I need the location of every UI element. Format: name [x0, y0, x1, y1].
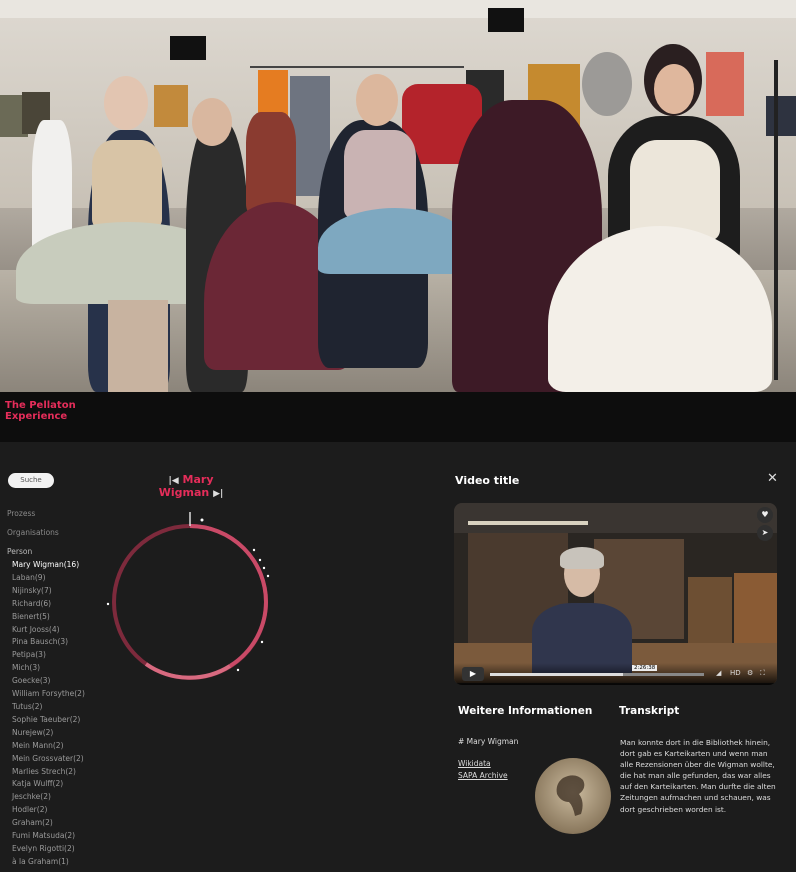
ceiling-area [454, 503, 777, 533]
person-list-item[interactable]: Evelyn Rigotti(2) [12, 843, 85, 856]
person-list-item[interactable]: Sophie Taeuber(2) [12, 714, 85, 727]
person-list-item[interactable]: Nurejew(2) [12, 727, 85, 740]
brand-line-2: Experience [5, 411, 68, 422]
ceiling [0, 0, 796, 18]
fullscreen-icon[interactable]: ⛶ [760, 669, 765, 678]
dancer-figure-icon [556, 775, 585, 816]
wheel-dot[interactable] [266, 574, 270, 578]
person-list-item[interactable]: Kurt Jooss(4) [12, 624, 85, 637]
category-prozess[interactable]: Prozess [7, 509, 35, 518]
costume-bodice [344, 130, 416, 218]
wheel-dot[interactable] [258, 558, 262, 562]
person-list-item[interactable]: à la Graham(1) [12, 856, 85, 869]
heart-icon[interactable]: ♥ [757, 507, 773, 523]
person-head [356, 74, 398, 126]
video-player[interactable]: ♥ ➤ ▶ 2:26:38 ◢ HD ⚙ ⛶ [454, 503, 777, 685]
wheel-person-name: Mary Wigman [158, 473, 214, 499]
settings-icon[interactable]: ⚙ [747, 669, 753, 677]
transcript-text: Man konnte dort in die Bibliothek hinein… [620, 738, 776, 814]
wheel-dot[interactable] [252, 548, 256, 552]
volume-icon[interactable]: ◢ [716, 669, 721, 677]
person-list-item[interactable]: Marlies Strech(2) [12, 766, 85, 779]
person-list-item[interactable]: Mein Mann(2) [12, 740, 85, 753]
hero-photo [0, 0, 796, 392]
close-icon[interactable]: ✕ [767, 471, 778, 486]
person-tag[interactable]: # Mary Wigman [458, 737, 518, 746]
share-icon[interactable]: ➤ [757, 525, 773, 541]
play-button[interactable]: ▶ [462, 667, 484, 681]
wheel-dot[interactable] [236, 668, 240, 672]
wikidata-link[interactable]: Wikidata [458, 759, 491, 768]
poster [154, 85, 188, 127]
person-list-item[interactable]: Hodler(2) [12, 804, 85, 817]
person-head [104, 76, 148, 130]
person-list-item[interactable]: Mein Grossvater(2) [12, 753, 85, 766]
person-list-item[interactable]: Goecke(3) [12, 675, 85, 688]
costume-bodice [246, 112, 296, 214]
person-list-item[interactable]: Mich(3) [12, 662, 85, 675]
brand-line-1: The Pellaton [5, 400, 76, 411]
wheel-arc-segment [144, 662, 232, 680]
person-head [192, 98, 232, 146]
video-title: Video title [455, 474, 520, 487]
category-organisations[interactable]: Organisations [7, 528, 59, 537]
person-list-item[interactable]: Petipa(3) [12, 649, 85, 662]
wheel-active-arc [189, 524, 269, 668]
person-list-item[interactable]: Pina Bausch(3) [12, 636, 85, 649]
costume-bodice [630, 140, 720, 240]
person-head [654, 64, 694, 114]
person-list-item[interactable]: Graham(2) [12, 817, 85, 830]
person-list-item[interactable]: Bienert(5) [12, 611, 85, 624]
person-list-item[interactable]: Mary Wigman(16) [12, 559, 85, 572]
trousers [108, 300, 168, 392]
sapa-archive-link[interactable]: SAPA Archive [458, 771, 508, 780]
ceiling-light [468, 521, 588, 525]
video-progress-fill [490, 673, 623, 676]
wheel-dot[interactable] [106, 602, 110, 606]
skip-back-icon[interactable]: |◀ [168, 476, 178, 486]
costume-bodice [92, 140, 162, 228]
speaker-person-hair [560, 547, 604, 569]
person-list-item[interactable]: Katja Wulff(2) [12, 778, 85, 791]
mouse-mask [582, 52, 632, 116]
video-progress-bar[interactable] [490, 673, 704, 676]
person-list-item[interactable]: Nijinsky(7) [12, 585, 85, 598]
category-person[interactable]: Person [7, 547, 32, 556]
brand-logo[interactable]: The Pellaton Experience [5, 400, 76, 422]
info-heading: Weitere Informationen [458, 705, 593, 717]
timeline-wheel[interactable] [100, 508, 280, 688]
person-list-item[interactable]: Richard(6) [12, 598, 85, 611]
video-time: 2:26:38 [632, 665, 658, 671]
loudspeaker [170, 36, 206, 60]
wheel-title: |◀ Mary Wigman ▶| [142, 473, 240, 499]
wheel-dot[interactable] [200, 518, 204, 522]
clothes-rack [250, 66, 464, 68]
person-list-item[interactable]: Laban(9) [12, 572, 85, 585]
person-list: Mary Wigman(16) Laban(9) Nijinsky(7) Richar… [12, 559, 85, 869]
brand-strip [0, 392, 796, 442]
tutu [318, 208, 472, 274]
hd-icon[interactable]: HD [730, 669, 741, 677]
light-stand [774, 60, 778, 380]
person-list-item[interactable]: Tutus(2) [12, 701, 85, 714]
transcript-heading: Transkript [619, 705, 680, 717]
poster [766, 96, 796, 136]
skip-forward-icon[interactable]: ▶| [213, 489, 223, 499]
person-list-item[interactable]: Fumi Matsuda(2) [12, 830, 85, 843]
mary-wigman-medallion [535, 758, 611, 834]
person-list-item[interactable]: William Forsythe(2) [12, 688, 85, 701]
wheel-dot[interactable] [260, 640, 264, 644]
loudspeaker [488, 8, 524, 32]
search-button[interactable]: Suche [8, 473, 54, 488]
wheel-dot[interactable] [262, 566, 266, 570]
poster [706, 52, 744, 116]
person-list-item[interactable]: Jeschke(2) [12, 791, 85, 804]
